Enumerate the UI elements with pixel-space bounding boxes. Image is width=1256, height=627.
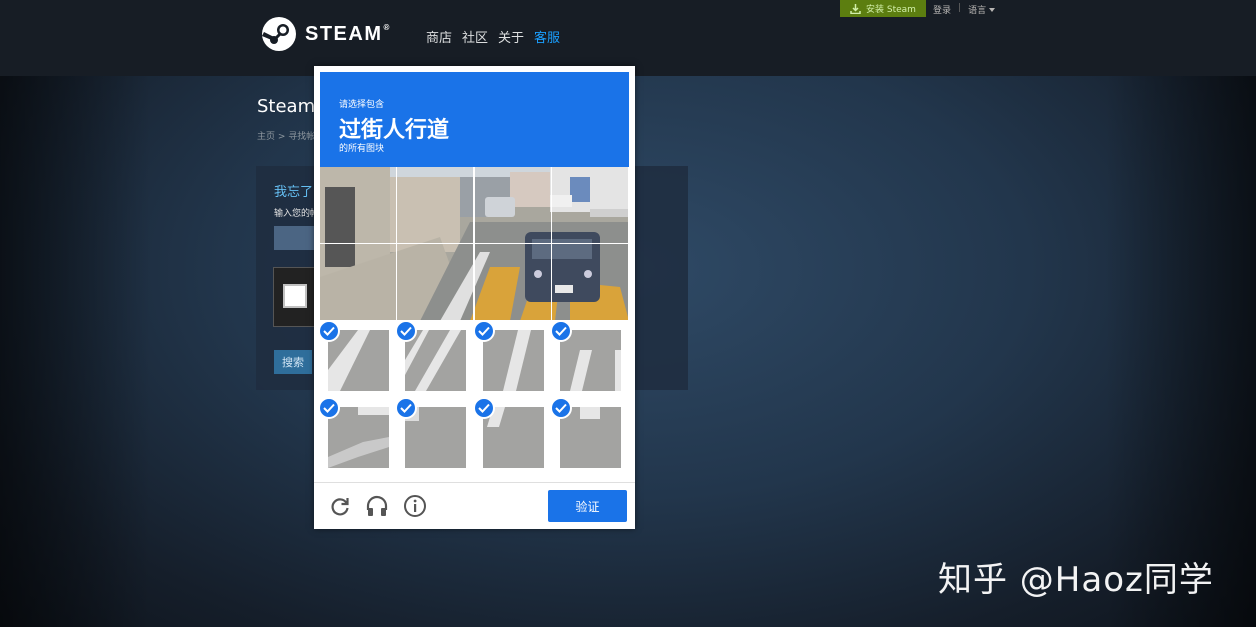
challenge-image-grid	[320, 167, 629, 475]
tile-image	[405, 329, 467, 391]
steam-logo[interactable]: STEAM®	[262, 17, 391, 51]
breadcrumb[interactable]: 主页 > 寻找帐	[257, 129, 315, 142]
instruction-line1: 请选择包含	[339, 100, 385, 110]
headphones-icon[interactable]	[365, 494, 389, 518]
captcha-tile[interactable]	[397, 321, 473, 398]
page-title: Steam	[257, 96, 316, 117]
challenge-header: 请选择包含 过街人行道 的所有图块	[320, 72, 629, 168]
tile-image	[397, 244, 474, 321]
tile-image	[474, 167, 551, 243]
caret-down-icon	[989, 8, 996, 12]
install-steam-label: 安装 Steam	[866, 5, 916, 15]
recaptcha-challenge: 请选择包含 过街人行道 的所有图块 验证	[314, 66, 635, 529]
tile-image	[397, 167, 474, 243]
captcha-tile[interactable]	[474, 167, 551, 243]
captcha-tile[interactable]	[397, 398, 473, 475]
tile-image	[328, 406, 389, 468]
language-label: 语言	[968, 6, 987, 16]
challenge-footer: 验证	[314, 482, 635, 529]
tile-image	[320, 167, 396, 243]
checkmark-icon	[320, 321, 340, 342]
zhihu-watermark: 知乎 @Haoz同学	[938, 560, 1214, 600]
install-steam-button[interactable]: 安装 Steam	[840, 0, 926, 17]
captcha-tile[interactable]	[551, 167, 628, 243]
tile-image	[328, 329, 389, 391]
recaptcha-checkbox[interactable]	[283, 284, 307, 308]
nav-about[interactable]: 关于	[498, 27, 524, 46]
checkmark-icon	[551, 321, 572, 342]
nav-community[interactable]: 社区	[462, 27, 488, 46]
search-button[interactable]: 搜索	[274, 350, 312, 374]
tile-image	[551, 167, 628, 243]
main-nav: 商店 社区 关于 客服	[426, 27, 560, 46]
link-separator: |	[958, 3, 962, 13]
instruction-line3: 的所有图块	[339, 144, 385, 154]
login-link[interactable]: 登录	[933, 3, 951, 16]
verify-button[interactable]: 验证	[548, 490, 627, 522]
captcha-tile[interactable]	[551, 244, 628, 321]
captcha-tile[interactable]	[474, 398, 551, 475]
captcha-tile[interactable]	[320, 398, 396, 475]
captcha-tile[interactable]	[320, 167, 396, 243]
nav-store[interactable]: 商店	[426, 27, 452, 46]
steam-logo-icon	[262, 17, 296, 51]
tile-image	[405, 406, 467, 468]
captcha-tile[interactable]	[474, 244, 551, 321]
top-links: 登录 | 语言	[933, 3, 996, 16]
info-icon[interactable]	[403, 494, 427, 518]
steam-logo-text: STEAM®	[305, 22, 391, 45]
nav-support[interactable]: 客服	[534, 27, 560, 46]
checkmark-icon	[474, 321, 495, 342]
captcha-tile[interactable]	[474, 321, 551, 398]
panel-label: 输入您的帐	[274, 209, 320, 219]
instruction-keyword: 过街人行道	[339, 118, 450, 143]
captcha-tile[interactable]	[320, 321, 396, 398]
captcha-tile[interactable]	[397, 244, 474, 321]
panel-title: 我忘了	[274, 185, 314, 200]
steam-header: STEAM® 商店 社区 关于 客服 安装 Steam 登录 | 语言	[0, 0, 1256, 76]
captcha-tile[interactable]	[320, 244, 396, 321]
tile-image	[559, 406, 621, 468]
checkmark-icon	[551, 398, 572, 419]
tile-image	[320, 244, 396, 321]
captcha-tile[interactable]	[551, 398, 628, 475]
captcha-tile[interactable]	[551, 321, 628, 398]
captcha-tile[interactable]	[397, 167, 474, 243]
download-icon	[850, 3, 861, 14]
checkmark-icon	[474, 398, 495, 419]
tile-image	[474, 244, 551, 321]
tile-image	[551, 244, 628, 321]
reload-icon[interactable]	[328, 494, 352, 518]
language-dropdown[interactable]: 语言	[968, 3, 996, 16]
